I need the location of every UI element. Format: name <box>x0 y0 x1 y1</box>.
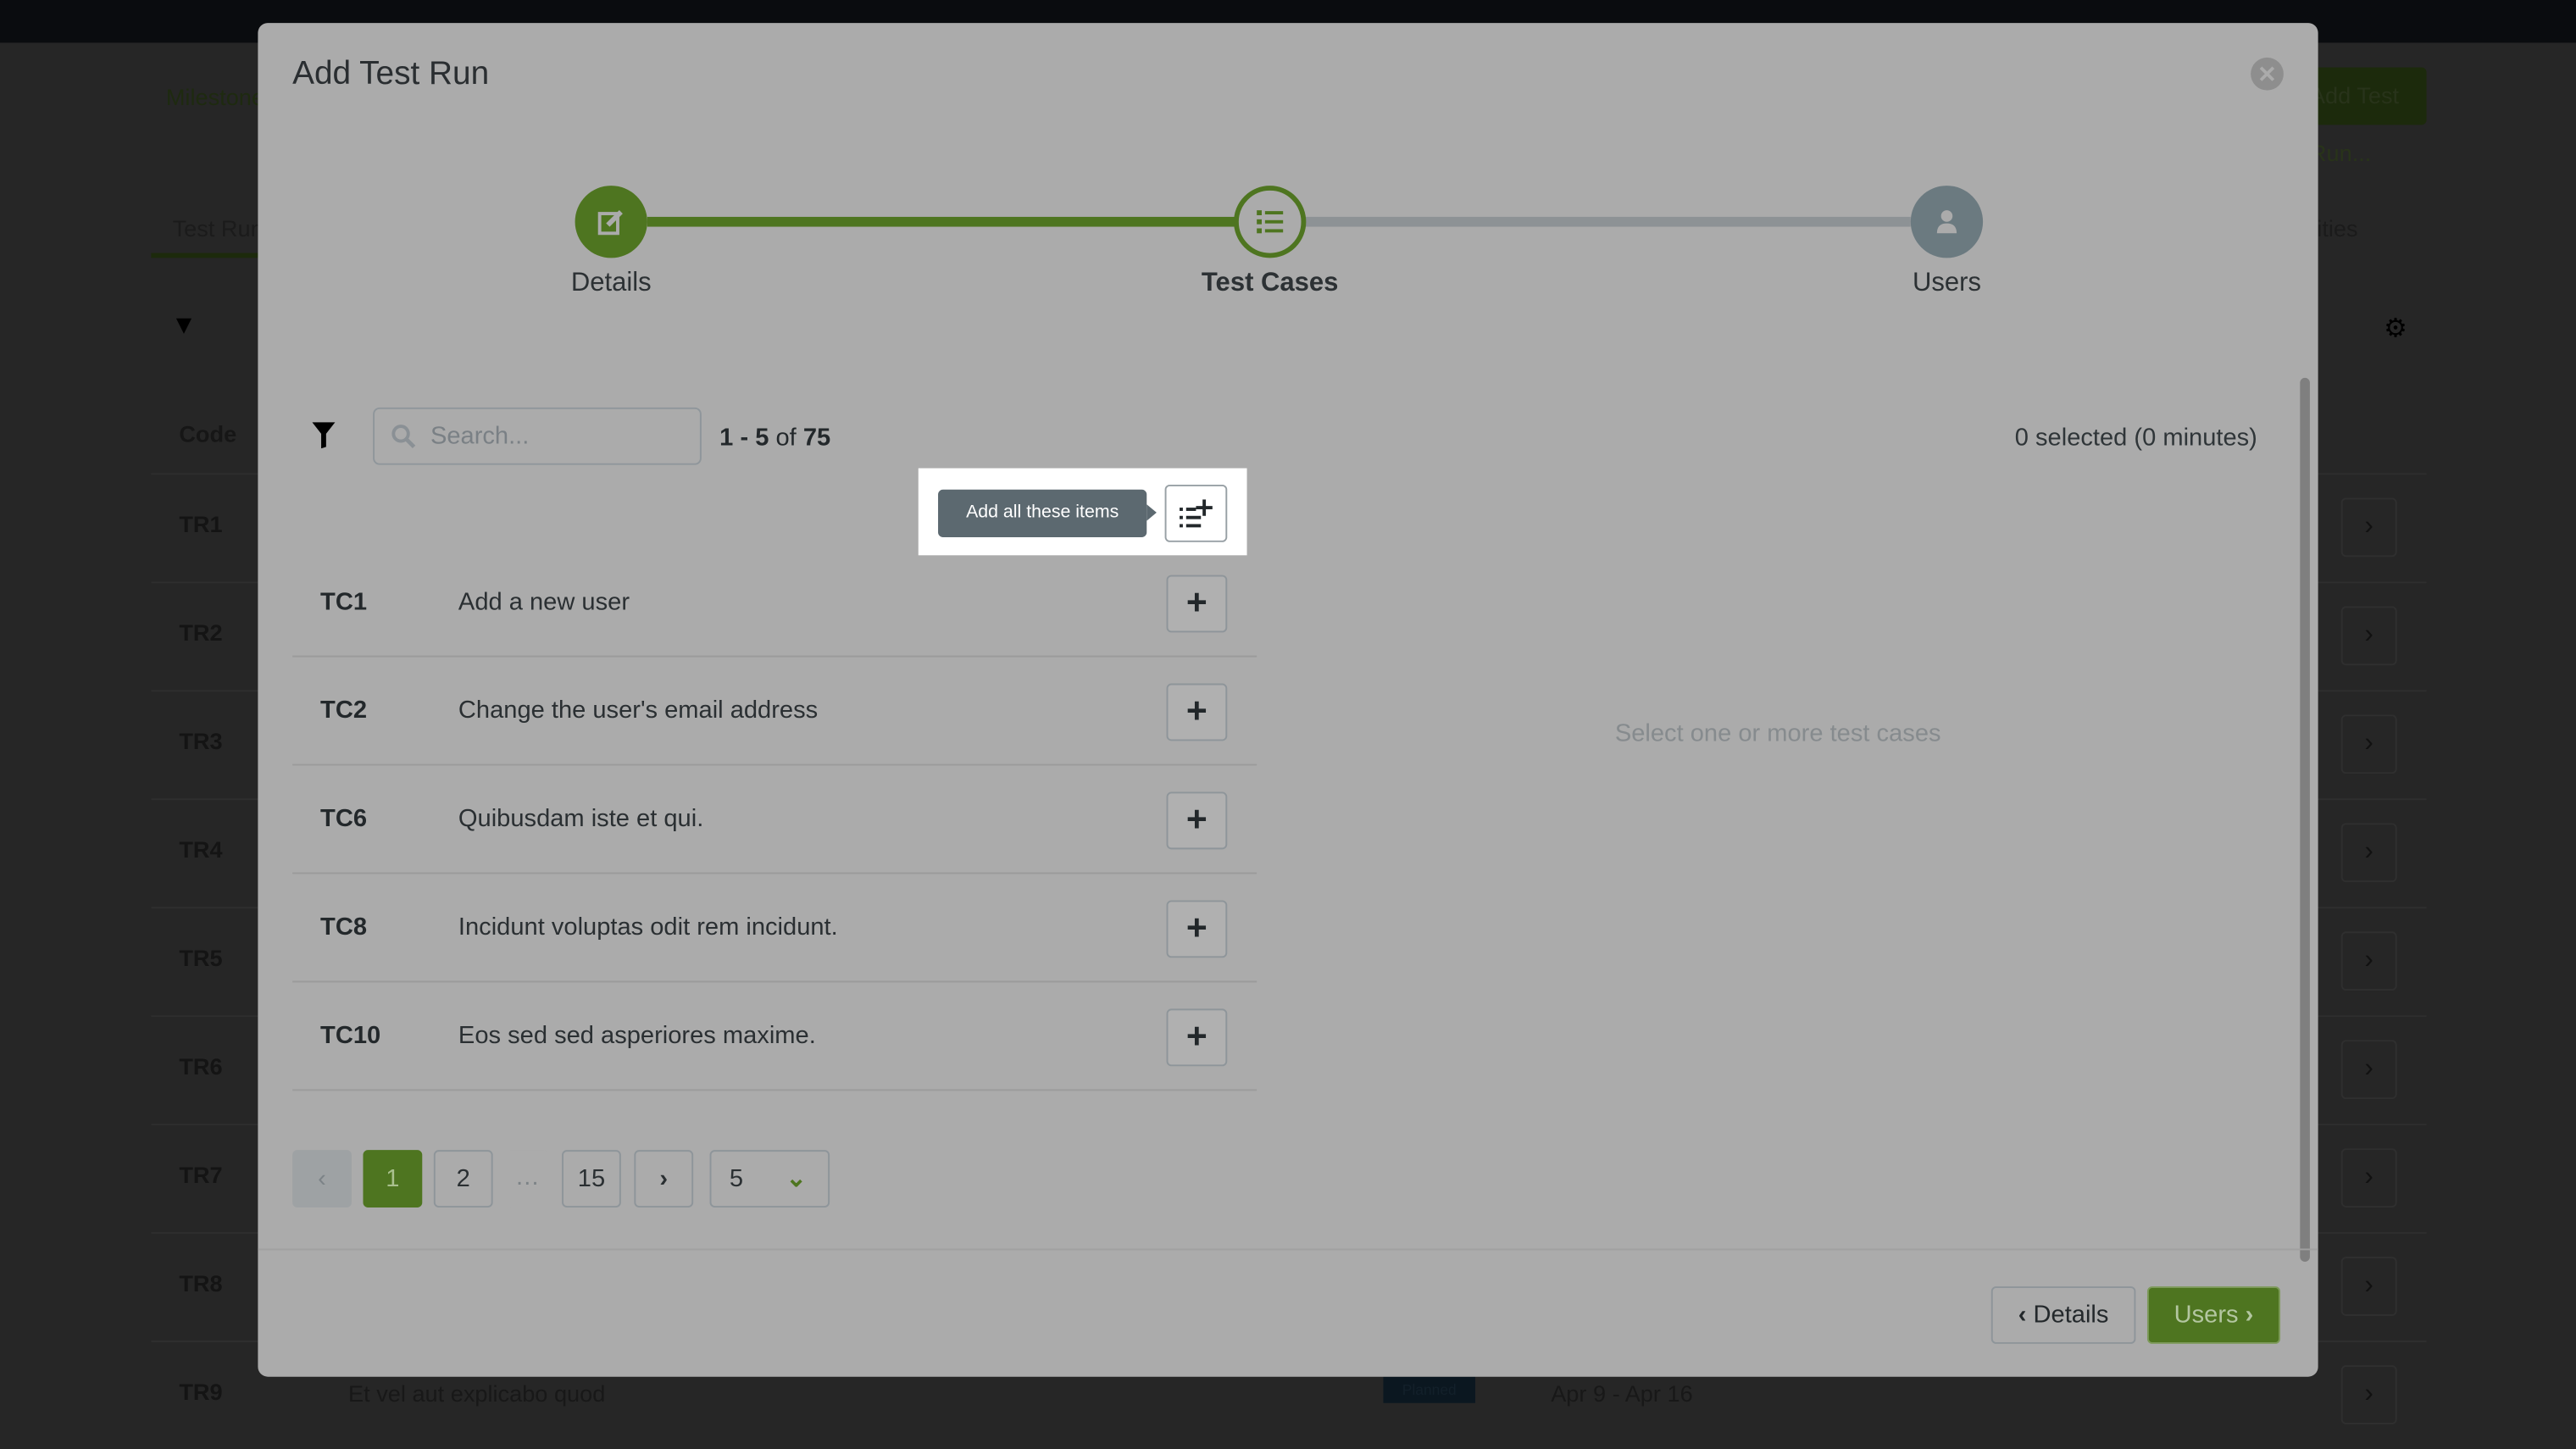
step-test-cases[interactable] <box>1234 186 1307 258</box>
step-label-test-cases: Test Cases <box>1201 269 1339 297</box>
chevron-down-icon: ⌄ <box>786 1164 807 1193</box>
step-details[interactable] <box>575 186 647 258</box>
step-users[interactable] <box>1910 186 1984 258</box>
add-test-run-modal: Add Test Run ✕ Details Test Cases Users … <box>258 23 2318 1377</box>
page-2-button[interactable]: 2 <box>433 1150 493 1208</box>
page-size-value: 5 <box>729 1164 743 1193</box>
add-all-highlight: Add all these items <box>918 468 1247 556</box>
chevron-right-icon[interactable]: › <box>2340 1148 2397 1208</box>
stepper-line-pending <box>1269 216 1911 227</box>
bg-row-dates: Apr 9 - Apr 16 <box>1551 1380 1693 1407</box>
test-case-code: TC6 <box>320 805 368 833</box>
range-end: 5 <box>755 424 769 452</box>
add-test-case-button[interactable]: + <box>1166 900 1228 958</box>
add-all-tooltip: Add all these items <box>938 489 1157 537</box>
list-icon <box>1257 210 1284 234</box>
page-size-select[interactable]: 5 ⌄ <box>709 1150 830 1208</box>
chevron-right-icon[interactable]: › <box>2340 714 2397 774</box>
result-count: 1 - 5 of 75 <box>719 424 831 452</box>
close-icon[interactable]: ✕ <box>2251 57 2284 91</box>
total-count: 75 <box>802 424 831 452</box>
bg-row-code: TR2 <box>179 619 223 646</box>
empty-selection-message: Select one or more test cases <box>1614 719 1941 748</box>
test-case-code: TC10 <box>320 1021 381 1050</box>
add-all-button[interactable] <box>1164 484 1228 542</box>
scrollbar-thumb[interactable] <box>2300 377 2310 1262</box>
test-case-row: TC2 Change the user's email address + <box>292 658 1257 766</box>
add-test-case-button[interactable]: + <box>1166 791 1228 850</box>
next-label: Users <box>2174 1301 2239 1330</box>
chevron-left-icon: ‹ <box>2018 1301 2034 1330</box>
bg-row-code: TR9 <box>179 1378 223 1405</box>
status-badge: Planned <box>1383 1376 1476 1403</box>
add-test-run-bg-label: Add Test Run... <box>2309 81 2400 166</box>
pagination-ellipsis: … <box>506 1150 549 1208</box>
range-start: 1 <box>719 424 734 452</box>
step-label-details: Details <box>570 269 652 297</box>
back-label: Details <box>2033 1301 2109 1330</box>
bg-row-code: TR5 <box>179 944 223 971</box>
chevron-right-icon[interactable]: › <box>2340 931 2397 991</box>
modal-title: Add Test Run <box>292 55 490 92</box>
search-box[interactable] <box>373 407 702 465</box>
step-label-users: Users <box>1912 269 1981 297</box>
edit-icon <box>597 210 623 236</box>
search-icon <box>391 425 416 448</box>
chevron-right-icon[interactable]: › <box>2340 823 2397 883</box>
search-input[interactable] <box>430 408 694 464</box>
stepper-line-complete <box>647 216 1270 227</box>
test-case-title: Incidunt voluptas odit rem incidunt. <box>458 913 838 941</box>
chevron-right-icon[interactable]: › <box>2340 606 2397 666</box>
filter-icon[interactable] <box>312 422 336 449</box>
next-users-button[interactable]: Users › <box>2146 1286 2281 1344</box>
user-icon <box>1936 210 1957 234</box>
bg-row-code: TR1 <box>179 510 223 537</box>
of-label: of <box>775 424 797 452</box>
add-test-case-button[interactable]: + <box>1166 575 1228 633</box>
app-screen: Milestones Add Test Run... Test Runs Act… <box>0 0 2576 1424</box>
filter-bg-icon[interactable]: ▼ <box>171 312 197 341</box>
add-test-case-button[interactable]: + <box>1166 683 1228 741</box>
list-add-icon <box>1180 498 1213 527</box>
bg-row-code: TR4 <box>179 836 223 863</box>
chevron-right-icon[interactable]: › <box>2340 497 2397 558</box>
next-page-button[interactable]: › <box>634 1150 694 1208</box>
test-case-code: TC8 <box>320 913 368 941</box>
scrollbar[interactable] <box>2295 352 2318 1272</box>
active-tab-underline <box>151 253 267 258</box>
code-column-header: Code <box>179 420 237 447</box>
test-case-row: TC1 Add a new user + <box>292 549 1257 658</box>
chevron-right-icon: › <box>2245 1301 2254 1330</box>
bg-row-code: TR3 <box>179 727 223 754</box>
page-15-button[interactable]: 15 <box>562 1150 621 1208</box>
add-test-run-bg-button[interactable]: Add Test Run... <box>2300 67 2427 166</box>
test-case-title: Eos sed sed asperiores maxime. <box>458 1021 816 1050</box>
test-case-row: TC10 Eos sed sed asperiores maxime. + <box>292 982 1257 1091</box>
chevron-right-icon[interactable]: › <box>2340 1040 2397 1100</box>
test-case-row: TC8 Incidunt voluptas odit rem incidunt. + <box>292 874 1257 983</box>
test-case-title: Add a new user <box>458 588 630 617</box>
bg-row-title: Et vel aut explicabo quod <box>348 1380 606 1407</box>
selected-summary: 0 selected (0 minutes) <box>2014 424 2257 452</box>
bg-row-code: TR7 <box>179 1161 223 1188</box>
prev-page-button[interactable]: ‹ <box>292 1150 352 1208</box>
back-details-button[interactable]: ‹ Details <box>1990 1286 2136 1344</box>
settings-gear-icon[interactable]: ⚙ <box>2384 312 2407 345</box>
chevron-right-icon[interactable]: › <box>2340 1257 2397 1316</box>
bg-row-code: TR6 <box>179 1052 223 1080</box>
test-case-code: TC2 <box>320 697 368 725</box>
test-case-row: TC6 Quibusdam iste et qui. + <box>292 765 1257 874</box>
bg-row-code: TR8 <box>179 1269 223 1296</box>
footer-divider <box>258 1248 2318 1251</box>
page-1-button[interactable]: 1 <box>363 1150 423 1208</box>
chevron-right-icon[interactable]: › <box>2340 1365 2397 1424</box>
test-case-title: Change the user's email address <box>458 697 819 725</box>
test-case-code: TC1 <box>320 588 368 617</box>
test-case-title: Quibusdam iste et qui. <box>458 805 704 833</box>
add-test-case-button[interactable]: + <box>1166 1008 1228 1067</box>
